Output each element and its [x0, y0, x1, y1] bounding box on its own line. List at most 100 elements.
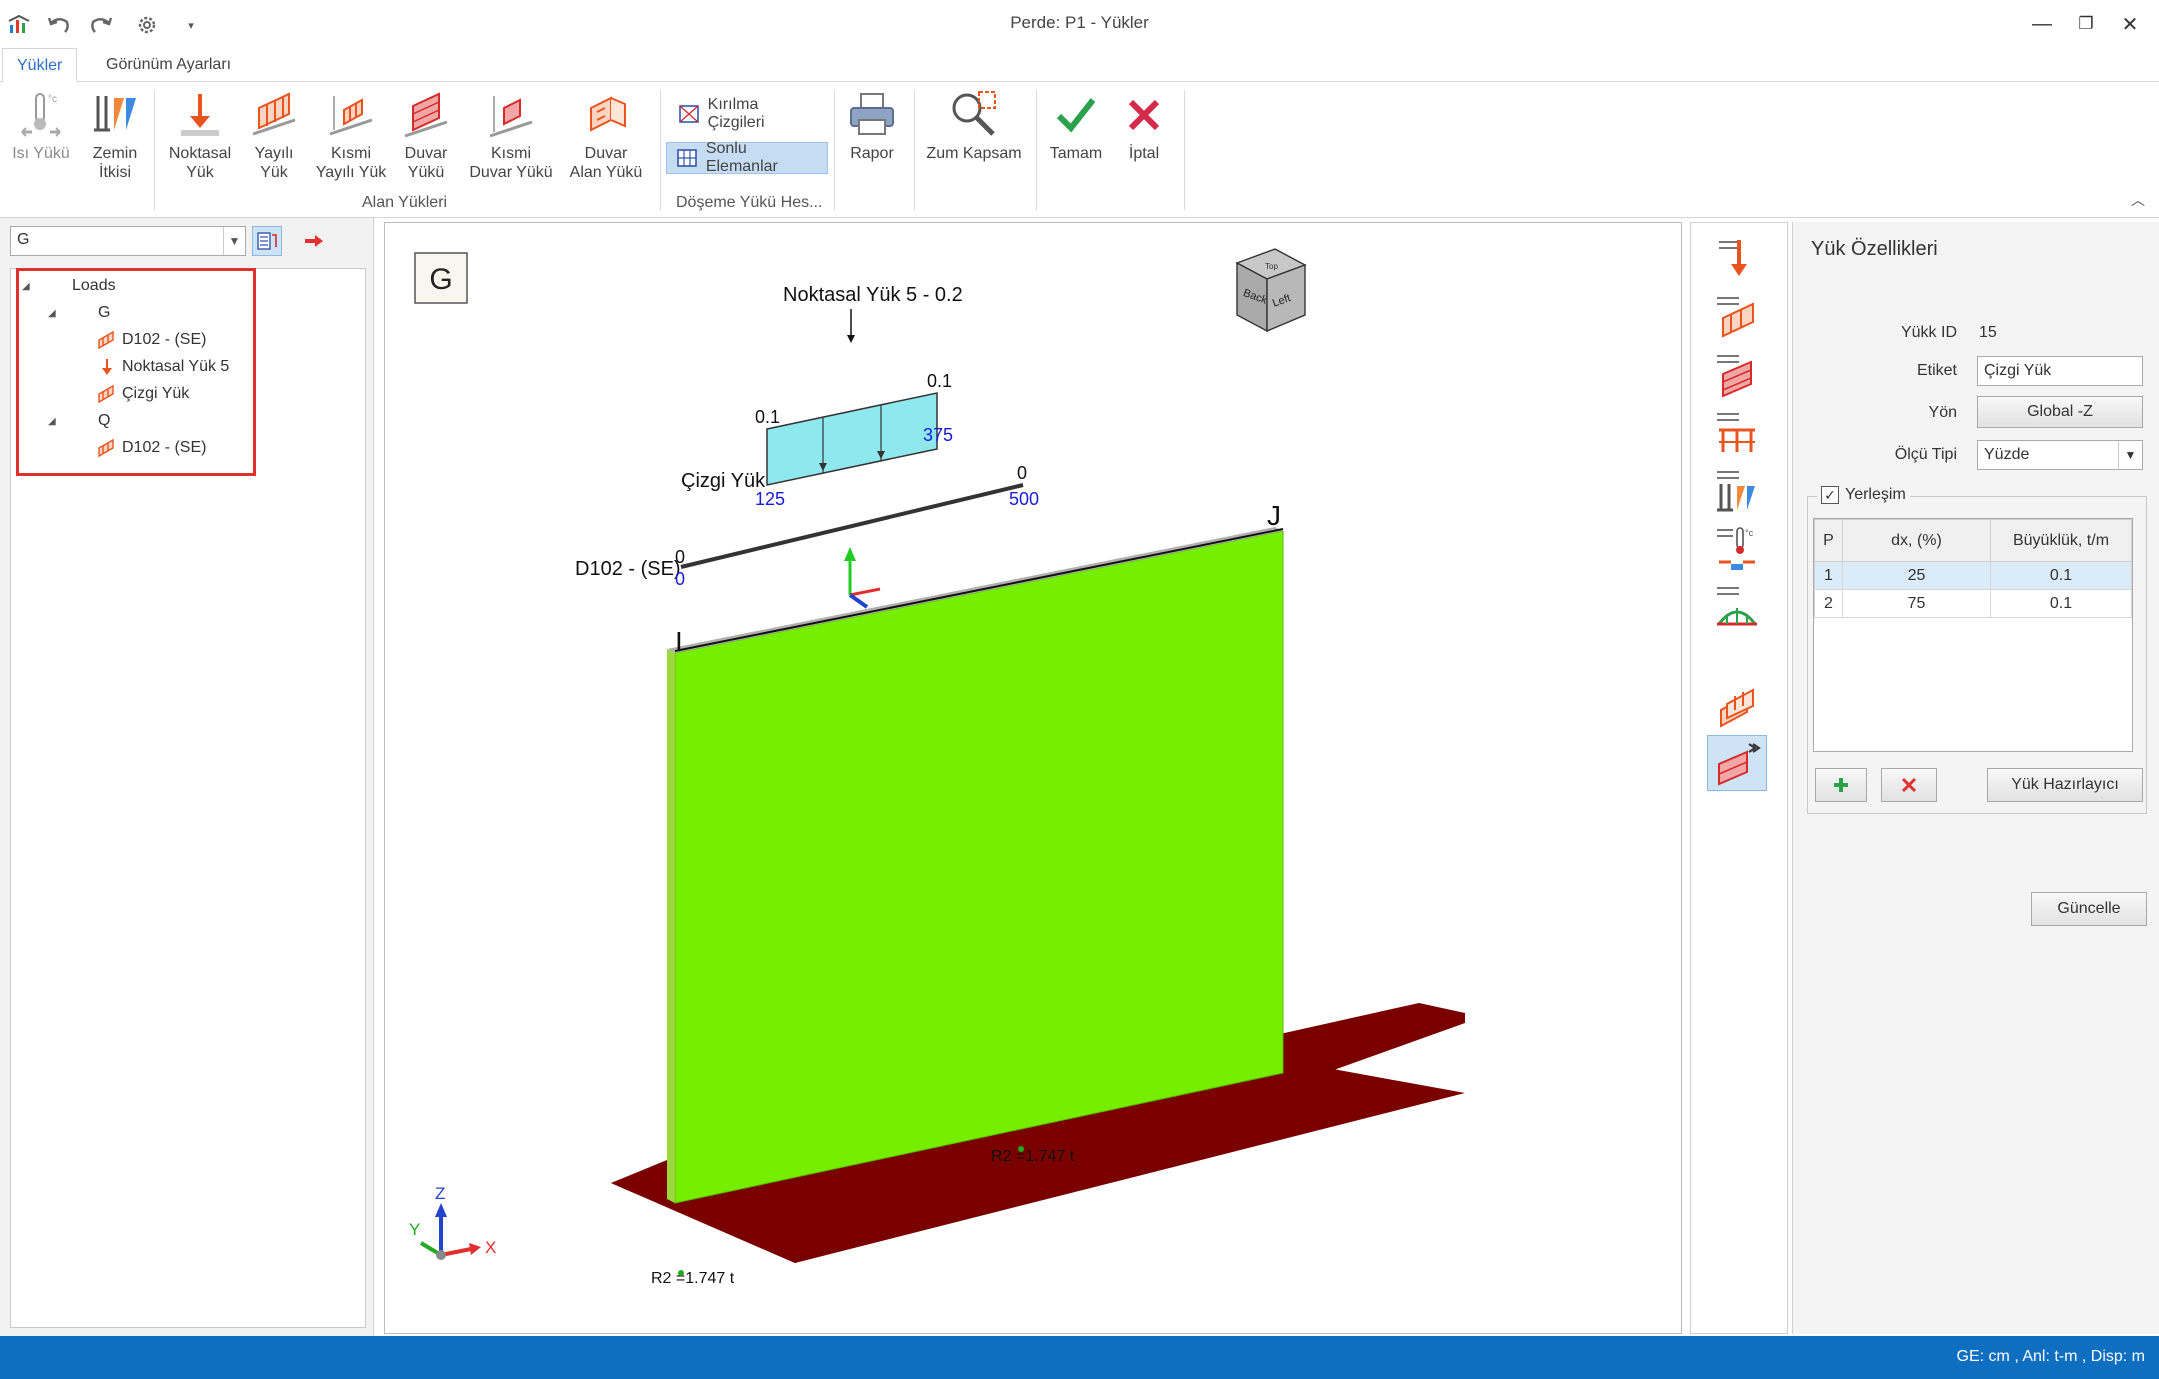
ribbon-separator: [154, 90, 155, 210]
strip-thermal-load-button[interactable]: °c: [1707, 521, 1767, 577]
axis-x-label: X: [485, 1238, 496, 1257]
guncelle-button[interactable]: Güncelle: [2031, 892, 2147, 926]
sonlu-label: Sonlu Elemanlar: [705, 140, 778, 175]
view-cube[interactable]: Back Left Top: [1235, 248, 1307, 333]
strip-point-load-button[interactable]: [1707, 231, 1767, 287]
etiket-input[interactable]: Çizgi Yük: [1977, 356, 2143, 386]
tree-item-noktasal-yuk-5[interactable]: Noktasal Yük 5: [96, 355, 229, 379]
strip-copy-load-button[interactable]: [1707, 677, 1767, 733]
strip-wall-line-load-button[interactable]: [1707, 735, 1767, 791]
grid-header-p[interactable]: P: [1814, 519, 1843, 562]
duvar-label-2: Yükü: [407, 164, 445, 181]
load-type-toolbar: °c: [1690, 222, 1788, 1334]
strip-bridge-load-button[interactable]: [1707, 579, 1767, 635]
distributed-load-icon: [96, 437, 118, 459]
grid-cell-buyukluk[interactable]: 0.1: [1990, 561, 2132, 590]
strip-frame-load-button[interactable]: [1707, 405, 1767, 461]
duvar-yuku-button[interactable]: Duvar Yükü: [396, 88, 456, 182]
grid-cell-p[interactable]: 2: [1814, 589, 1843, 618]
frame-load-icon: [1717, 413, 1755, 452]
yayili-label-2: Yük: [260, 164, 288, 181]
units-status: GE: cm , Anl: t-m , Disp: m: [1956, 1348, 2145, 1365]
distributed-load-icon: [1717, 297, 1754, 338]
tree-node-loads[interactable]: ◢ Loads: [22, 274, 116, 298]
reaction-left-label: R2 =1.747 t: [651, 1270, 735, 1287]
axis-z-label: Z: [435, 1184, 445, 1203]
strip-soil-pressure-button[interactable]: [1707, 463, 1767, 519]
add-row-button[interactable]: [1815, 768, 1867, 802]
tree-node-q[interactable]: ◢ Q: [48, 409, 110, 433]
sonlu-elemanlar-button[interactable]: Sonlu Elemanlar: [666, 140, 828, 175]
delete-row-button[interactable]: [1881, 768, 1937, 802]
grid-cell-buyukluk[interactable]: 0.1: [1990, 589, 2132, 618]
ribbon-separator: [1036, 90, 1037, 210]
rapor-label: Rapor: [850, 145, 894, 162]
collapse-arrow-icon[interactable]: ◢: [48, 416, 62, 427]
chevron-down-icon[interactable]: ▼: [2118, 441, 2142, 469]
grid-header-buyukluk[interactable]: Büyüklük, t/m: [1990, 519, 2132, 562]
load-case-combo[interactable]: G ▼: [10, 226, 246, 256]
grid-cell-dx[interactable]: 25: [1842, 561, 1991, 590]
collapse-arrow-icon[interactable]: ◢: [22, 281, 36, 292]
table-row[interactable]: 1 25 0.1: [1814, 561, 2132, 590]
tamam-button[interactable]: Tamam: [1046, 88, 1106, 163]
iptal-button[interactable]: İptal: [1114, 88, 1174, 163]
tree-item-q-d102[interactable]: D102 - (SE): [96, 436, 206, 460]
collapse-arrow-icon[interactable]: ◢: [48, 308, 62, 319]
strip-wall-load-button[interactable]: [1707, 347, 1767, 403]
line-load-end-value: 0.1: [927, 371, 952, 391]
point-load-icon: [172, 88, 228, 142]
yayili-label-1: Yayılı: [254, 145, 294, 162]
wall-line-load-icon: [1718, 743, 1761, 786]
zemin-itkisi-button[interactable]: Zemin İtkisi: [82, 88, 148, 182]
arrow-right-icon[interactable]: [302, 230, 326, 252]
close-button[interactable]: ✕: [2110, 8, 2150, 40]
yon-button[interactable]: Global -Z: [1977, 396, 2143, 428]
zemin-label-1: Zemin: [92, 145, 138, 162]
load-case-editor-icon[interactable]: [252, 226, 282, 256]
noktasal-yuk-button[interactable]: Noktasal Yük: [164, 88, 236, 182]
grid-header-dx[interactable]: dx, (%): [1842, 519, 1991, 562]
tab-gorunum-ayarlari[interactable]: Görünüm Ayarları: [92, 48, 245, 82]
status-bar: GE: cm , Anl: t-m , Disp: m: [0, 1336, 2159, 1379]
yayili-yuk-button[interactable]: Yayılı Yük: [244, 88, 304, 182]
3d-viewport[interactable]: G I J D102 - (SE) 0 0 0 500 0.1 0.1 125 …: [384, 222, 1682, 1334]
placement-grid[interactable]: P dx, (%) Büyüklük, t/m 1 25 0.1 2 75 0.…: [1813, 518, 2133, 752]
wall-load-icon: [398, 88, 454, 142]
collapse-ribbon-icon[interactable]: ︿: [2131, 190, 2145, 210]
distributed-load-icon: [96, 383, 118, 405]
kismi-duvar-yuku-button[interactable]: Kısmi Duvar Yükü: [466, 88, 556, 182]
duvar-alan-label-1: Duvar: [584, 145, 628, 162]
isi-yuku-button[interactable]: °c Isı Yükü: [8, 88, 74, 163]
tree-item-cizgi-yuk[interactable]: Çizgi Yük: [96, 382, 189, 406]
distributed-load-icon: [246, 88, 302, 142]
load-id-label: Yükk ID: [1900, 324, 1957, 341]
yuk-hazirlayici-button[interactable]: Yük Hazırlayıcı: [1987, 768, 2143, 802]
kirilma-cizgileri-button[interactable]: Kırılma Çizgileri: [668, 96, 828, 131]
zum-kapsam-button[interactable]: Zum Kapsam: [924, 88, 1024, 163]
minimize-button[interactable]: —: [2022, 8, 2062, 40]
strip-distributed-load-button[interactable]: [1707, 289, 1767, 345]
rapor-button[interactable]: Rapor: [842, 88, 902, 163]
restore-button[interactable]: ❐: [2066, 8, 2106, 40]
grid-cell-dx[interactable]: 75: [1842, 589, 1991, 618]
bridge-load-icon: [1717, 587, 1757, 626]
kismi-yayili-label-2: Yayılı Yük: [315, 164, 387, 181]
line-load-start-position: 125: [755, 489, 785, 509]
table-row[interactable]: 2 75 0.1: [1814, 589, 2132, 618]
olcu-tipi-select[interactable]: Yüzde ▼: [1977, 440, 2143, 470]
kismi-yayili-yuk-button[interactable]: Kısmi Yayılı Yük: [312, 88, 390, 182]
yon-label: Yön: [1928, 404, 1957, 421]
tree-node-g[interactable]: ◢ G: [48, 301, 110, 325]
zum-label: Zum Kapsam: [926, 145, 1022, 162]
chevron-down-icon[interactable]: ▼: [223, 227, 245, 255]
ribbon-separator: [1184, 90, 1185, 210]
tab-yukler[interactable]: Yükler: [2, 48, 78, 82]
duvar-alan-yuku-button[interactable]: Duvar Alan Yükü: [564, 88, 648, 182]
load-id-value: 15: [1979, 324, 1997, 341]
grid-cell-p[interactable]: 1: [1814, 561, 1843, 590]
olcu-tipi-label: Ölçü Tipi: [1894, 446, 1957, 463]
break-lines-icon: [678, 104, 700, 124]
yerlesim-checkbox[interactable]: ✓: [1821, 486, 1839, 504]
tree-item-g-d102[interactable]: D102 - (SE): [96, 328, 206, 352]
